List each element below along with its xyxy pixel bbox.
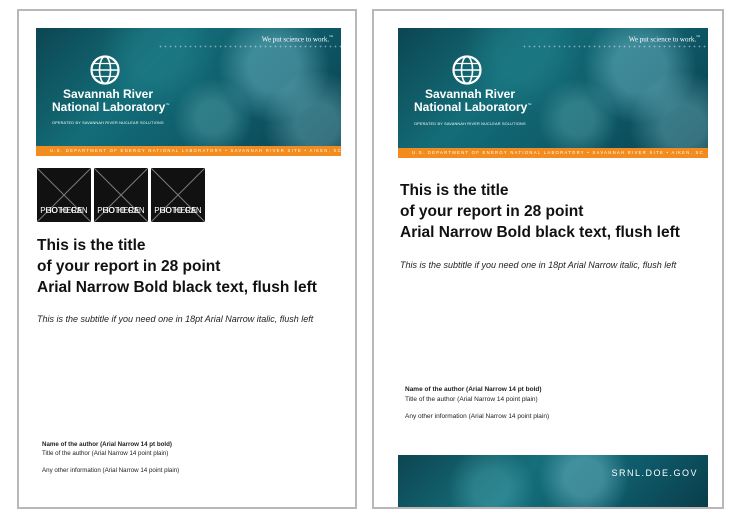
author-title: Title of the author (Arial Narrow 14 poi… [42,450,169,457]
photo-placeholder-label: PHOTO CAN GO HERE [40,206,88,215]
report-subtitle: This is the subtitle if you need one in … [400,260,677,270]
photo-placeholder-label: PHOTO CAN GO HERE [154,206,202,215]
logo-line-2: National Laboratory™ [414,100,532,115]
doe-orange-bar: U.S. DEPARTMENT OF ENERGY NATIONAL LABOR… [398,148,708,158]
photo-placeholder-label: PHOTO CAN GO HERE [97,206,145,215]
banner-dot-pattern [522,45,708,48]
doe-orange-bar: U.S. DEPARTMENT OF ENERGY NATIONAL LABOR… [36,146,341,156]
operated-by-text: OPERATED BY SAVANNAH RIVER NUCLEAR SOLUT… [52,121,164,125]
report-subtitle: This is the subtitle if you need one in … [37,314,314,324]
report-title: This is the title of your report in 28 p… [400,180,680,243]
logo-line-2: National Laboratory™ [52,100,170,115]
author-name: Name of the author (Arial Narrow 14 pt b… [405,386,542,393]
operated-by-text: OPERATED BY SAVANNAH RIVER NUCLEAR SOLUT… [414,122,526,126]
author-other-info: Any other information (Arial Narrow 14 p… [42,467,180,474]
author-other-info: Any other information (Arial Narrow 14 p… [405,413,550,420]
title-line-3: Arial Narrow Bold black text, flush left [37,279,317,296]
srnl-logo-text: Savannah River National Laboratory™ [52,87,170,115]
srnl-header-banner: We put science to work.™ Savannah River … [398,28,708,158]
banner-dot-pattern [158,45,341,48]
author-block: Name of the author (Arial Narrow 14 pt b… [42,440,179,475]
tagline: We put science to work.™ [261,34,333,44]
author-name: Name of the author (Arial Narrow 14 pt b… [42,441,172,448]
author-title: Title of the author (Arial Narrow 14 poi… [405,395,538,403]
globe-logo-icon [452,55,482,85]
report-title: This is the title of your report in 28 p… [37,235,317,298]
title-line-1: This is the title [37,237,146,254]
title-line-2: of your report in 28 point [400,203,584,220]
title-line-3: Arial Narrow Bold black text, flush left [400,224,680,241]
photo-placeholder: PHOTO CAN GO HERE [94,168,148,222]
srnl-logo-text: Savannah River National Laboratory™ [414,87,532,115]
srnl-header-banner: We put science to work.™ Savannah River … [36,28,341,156]
photo-placeholder: PHOTO CAN GO HERE [37,168,91,222]
tagline: We put science to work.™ [628,34,700,44]
report-cover-with-photos: We put science to work.™ Savannah River … [17,9,357,509]
photo-placeholder: PHOTO CAN GO HERE [151,168,205,222]
title-line-2: of your report in 28 point [37,258,221,275]
report-cover-no-photos: We put science to work.™ Savannah River … [372,9,724,509]
srnl-footer-banner: SRNL.DOE.GOV [398,455,708,507]
author-block: Name of the author (Arial Narrow 14 pt b… [405,385,549,422]
footer-url: SRNL.DOE.GOV [611,468,698,478]
title-line-1: This is the title [400,182,509,199]
globe-logo-icon [90,55,120,85]
